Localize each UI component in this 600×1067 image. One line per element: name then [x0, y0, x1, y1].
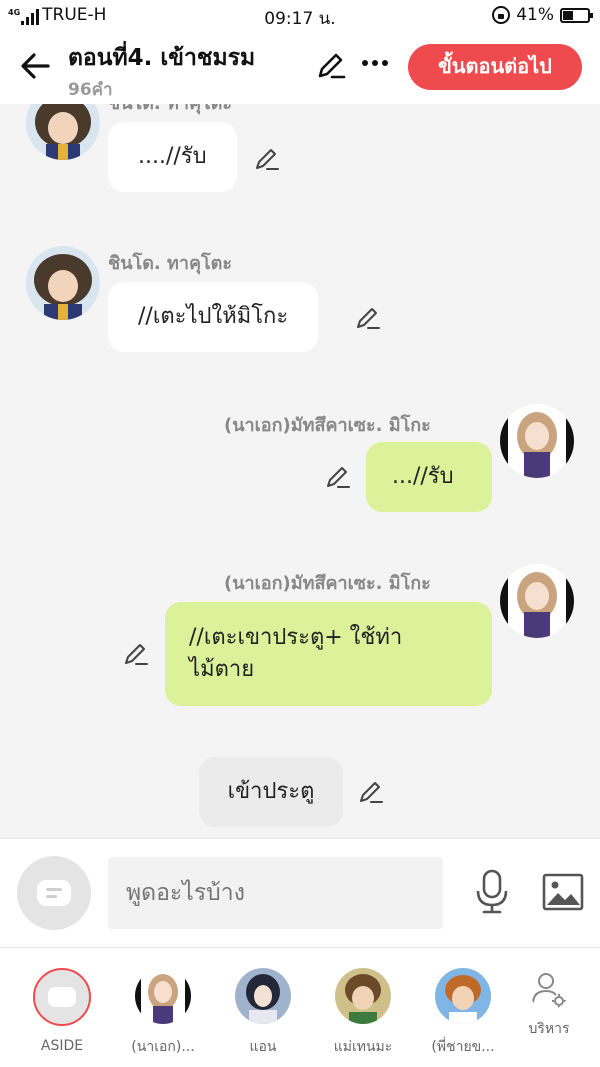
pencil-icon[interactable]: [355, 305, 381, 331]
message-text: ...//รับ: [392, 464, 454, 489]
chat-bubble-icon: [48, 987, 76, 1007]
chat-bubble-icon: [37, 880, 71, 906]
battery-percent: 41%: [516, 5, 554, 25]
character-aside[interactable]: ASIDE: [17, 968, 107, 1054]
message-bubble[interactable]: //เตะเขาประตู+ ใช้ท่า ไม้ตาย: [165, 602, 492, 706]
narration-bubble[interactable]: เข้าประตู: [199, 757, 343, 827]
avatar: [235, 968, 291, 1024]
message-bubble[interactable]: ....//รับ: [108, 122, 237, 192]
message-text-line: ไม้ตาย: [189, 657, 255, 682]
image-icon[interactable]: [542, 873, 584, 911]
message-composer: [0, 838, 600, 948]
avatar: [335, 968, 391, 1024]
character-item[interactable]: แม่เทนมะ: [318, 968, 408, 1058]
message-input[interactable]: [108, 857, 443, 929]
character-label: ASIDE: [40, 1038, 84, 1054]
message-text: ....//รับ: [138, 144, 207, 169]
avatar: [135, 968, 191, 1024]
pencil-icon[interactable]: [325, 464, 351, 490]
app-header: ตอนที่4. เข้าชมรม 96คำ ขั้นตอนต่อไป: [0, 30, 600, 104]
pencil-icon[interactable]: [123, 641, 149, 667]
message-text: //เตะไปให้มิโกะ: [138, 304, 289, 329]
character-avatar-image: [26, 104, 100, 160]
sender-name: ชินโด. ทาคุโตะ: [108, 253, 233, 274]
avatar[interactable]: [500, 564, 574, 638]
character-label: (พี่ชายข...: [431, 1039, 495, 1055]
status-bar: 4G TRUE-H 09:17 น. 41%: [0, 0, 600, 30]
message-text: เข้าประตู: [227, 779, 315, 804]
character-selector: ASIDE (นาเอก)... แอน แม่เทนมะ (พี่ชายข..…: [0, 948, 600, 1067]
character-avatar-image: [26, 246, 100, 320]
character-item[interactable]: (นาเอก)...: [118, 968, 208, 1058]
aside-avatar: [33, 968, 91, 1026]
chat-area[interactable]: ชินโด. ทาคุโตะ ....//รับ ชินโด. ทาคุโตะ …: [0, 104, 600, 838]
character-item[interactable]: แอน: [218, 968, 308, 1058]
pencil-icon[interactable]: [254, 146, 280, 172]
avatar[interactable]: [26, 246, 100, 320]
word-count: 96คำ: [68, 80, 113, 100]
manage-characters-icon: [529, 970, 569, 1010]
character-label: แอน: [249, 1039, 277, 1055]
avatar[interactable]: [26, 104, 100, 160]
battery-icon: [560, 7, 593, 23]
character-label: แม่เทนมะ: [333, 1039, 393, 1055]
microphone-icon[interactable]: [474, 869, 510, 915]
pencil-icon[interactable]: [358, 779, 384, 805]
pencil-icon[interactable]: [316, 50, 346, 80]
character-avatar-image: [500, 564, 574, 638]
avatar[interactable]: [500, 404, 574, 478]
message-bubble[interactable]: ...//รับ: [366, 442, 492, 512]
rotation-lock-icon: [492, 6, 511, 24]
sender-name: ชินโด. ทาคุโตะ: [108, 104, 232, 117]
sender-name: (นาเอก)มัทสึคาเซะ. มิโกะ: [224, 415, 431, 436]
more-dots-icon[interactable]: [360, 48, 390, 78]
page-title: ตอนที่4. เข้าชมรม: [68, 45, 256, 71]
sender-name: (นาเอก)มัทสึคาเซะ. มิโกะ: [224, 573, 431, 594]
next-step-button[interactable]: ขั้นตอนต่อไป: [408, 44, 582, 90]
aside-toggle-button[interactable]: [17, 856, 91, 930]
arrow-left-icon[interactable]: [18, 48, 54, 84]
character-avatar-image: [500, 404, 574, 478]
avatar: [435, 968, 491, 1024]
character-label: (นาเอก)...: [131, 1039, 195, 1055]
message-bubble[interactable]: //เตะไปให้มิโกะ: [108, 282, 319, 352]
character-item[interactable]: (พี่ชายข...: [418, 968, 508, 1058]
message-text-line: //เตะเขาประตู+ ใช้ท่า: [189, 625, 403, 650]
admin-button[interactable]: บริหาร: [504, 970, 594, 1040]
character-label: บริหาร: [528, 1021, 570, 1037]
status-right: 41%: [492, 5, 593, 25]
